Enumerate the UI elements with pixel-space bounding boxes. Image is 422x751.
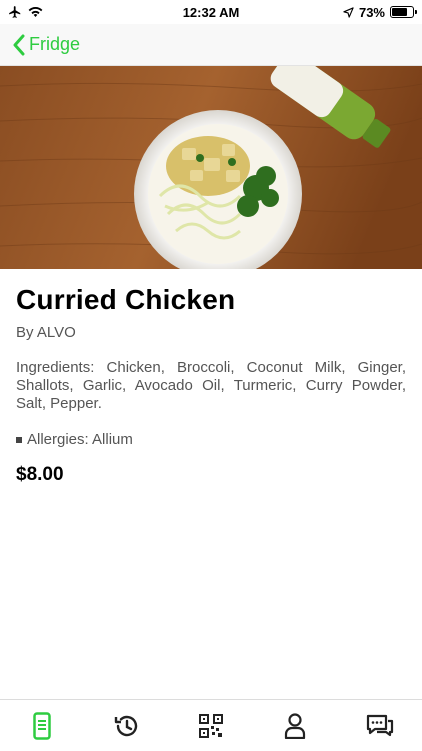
product-image [0,66,422,269]
product-byline: By ALVO [16,324,76,341]
status-time: 12:32 AM [182,4,240,20]
allergies-text: Allergies: Allium [27,431,133,448]
product-title: Curried Chicken [16,284,236,315]
product-photo [0,66,422,269]
chat-icon [366,714,393,736]
tab-chat[interactable] [350,702,410,750]
tab-fridge[interactable] [12,702,72,750]
tab-history[interactable] [97,702,157,750]
tab-profile[interactable] [265,702,325,750]
battery-icon [390,6,417,18]
tab-qr-code[interactable] [181,702,241,750]
product-allergies: Allergies: Allium [16,431,406,448]
profile-icon [285,712,306,739]
navigation-bar: Fridge [0,24,422,66]
qr-code-icon [198,713,223,738]
bullet-icon [16,436,22,443]
fridge-icon [33,711,51,740]
chevron-left-icon [13,34,25,55]
battery-fill [392,8,407,16]
back-label: Fridge [29,34,81,54]
product-ingredients: Ingredients: Chicken, Broccoli, Coconut … [16,359,406,412]
tab-bar [0,699,422,751]
product-price: $8.00 [16,464,64,485]
history-icon [114,715,137,736]
back-button[interactable]: Fridge [0,34,80,56]
product-details: Curried Chicken By ALVO Ingredients: Chi… [16,284,406,486]
status-bar: 12:32 AM 73% [0,0,422,24]
